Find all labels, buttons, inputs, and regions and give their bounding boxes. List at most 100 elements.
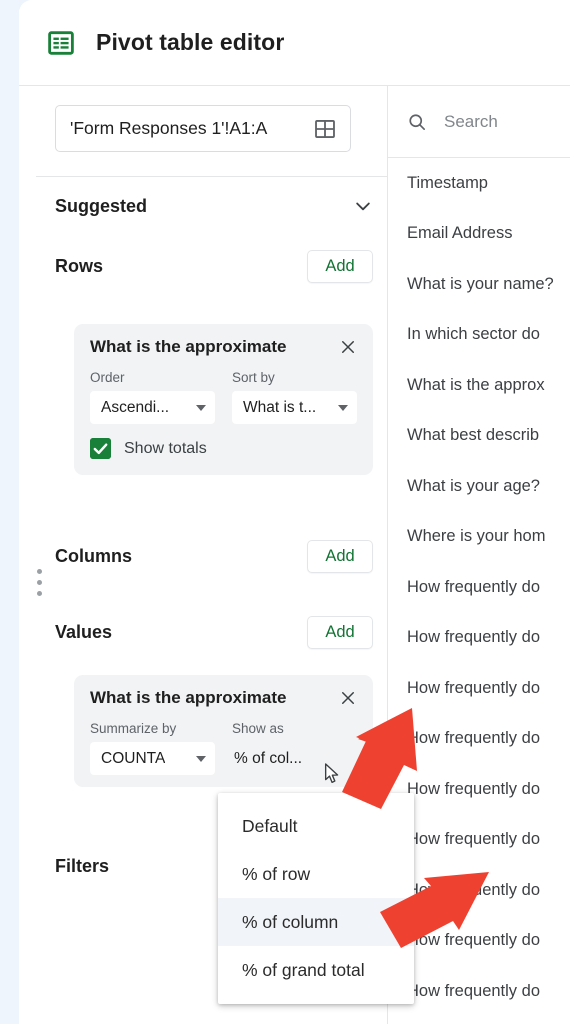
mouse-cursor-pointer-icon	[324, 763, 339, 784]
field-list-item[interactable]: In which sector do	[388, 310, 570, 361]
show-totals-checkbox[interactable]	[90, 438, 111, 459]
show-as-value: % of col...	[234, 749, 303, 767]
rows-field-card-title-row: What is the approximate	[90, 337, 357, 357]
field-list-item-label: What best describ	[407, 426, 540, 445]
columns-add-button[interactable]: Add	[307, 539, 373, 573]
drag-dot	[37, 580, 42, 585]
drag-handle-icon[interactable]	[37, 569, 44, 596]
filters-label: Filters	[55, 855, 110, 876]
caret-down-icon	[196, 404, 206, 411]
grid-icon[interactable]	[314, 118, 336, 140]
drag-dot	[37, 569, 42, 574]
field-list-item[interactable]: How frequently do	[388, 916, 570, 967]
show-as-menu-item-label: % of grand total	[242, 959, 365, 980]
close-icon[interactable]	[339, 338, 357, 356]
field-list-item[interactable]: How frequently do	[388, 562, 570, 613]
summarize-by-label: Summarize by	[90, 721, 177, 736]
editor-header: Pivot table editor	[19, 0, 570, 86]
range-divider	[36, 176, 388, 177]
values-label: Values	[55, 621, 113, 642]
page-title: Pivot table editor	[96, 29, 285, 55]
rows-order-value: Ascendi...	[101, 398, 170, 416]
field-list: Timestamp Email Address What is your name?…	[388, 158, 570, 1024]
field-list-item[interactable]: What best describ	[388, 411, 570, 462]
rows-sortby-label: Sort by	[232, 370, 275, 385]
rows-field-card-controls: Order Ascendi... Sort by What is t...	[90, 370, 357, 424]
rows-order-group: Order Ascendi...	[90, 370, 215, 424]
field-list-item-label: In which sector do	[407, 325, 540, 344]
rows-show-totals-row[interactable]: Show totals	[90, 438, 357, 459]
chevron-down-icon[interactable]	[353, 196, 373, 216]
data-range-input[interactable]: 'Form Responses 1'!A1:A	[55, 105, 351, 152]
field-list-item[interactable]: What is your name?	[388, 259, 570, 310]
values-field-card-title-row: What is the approximate	[90, 688, 357, 708]
field-list-item[interactable]: Email Address	[388, 209, 570, 260]
field-list-item[interactable]: How frequently do	[388, 865, 570, 916]
field-list-item[interactable]: How frequently do	[388, 613, 570, 664]
field-list-item-label: How frequently do	[407, 678, 540, 697]
field-list-item-label: How frequently do	[407, 577, 540, 596]
pivot-table-editor-panel: Pivot table editor 'Form Responses 1'!A1…	[0, 0, 570, 1024]
field-list-item-label: How frequently do	[407, 880, 540, 899]
rows-add-button[interactable]: Add	[307, 249, 373, 283]
show-as-menu-item[interactable]: % of row	[218, 850, 414, 898]
rows-order-label: Order	[90, 370, 125, 385]
show-as-menu-item[interactable]: % of grand total	[218, 946, 414, 994]
show-as-dropdown-menu[interactable]: Default % of row % of column % of grand tot…	[218, 793, 414, 1004]
show-as-label: Show as	[232, 721, 284, 736]
field-list-item-label: Timestamp	[407, 173, 488, 192]
field-list-pane: Search Timestamp Email Address What is you…	[388, 86, 570, 1024]
field-list-item[interactable]: How frequently do	[388, 966, 570, 1017]
close-icon[interactable]	[339, 689, 357, 707]
rows-field-name: What is the approximate	[90, 337, 287, 356]
field-list-item[interactable]: How frequently do	[388, 714, 570, 765]
show-as-menu-item[interactable]: Default	[218, 802, 414, 850]
field-list-item-label: What is your name?	[407, 274, 554, 293]
suggested-section-header[interactable]: Suggested	[55, 186, 373, 226]
field-list-item-label: What is the approx	[407, 375, 545, 394]
field-list-item-label: How frequently do	[407, 830, 540, 849]
data-range-value: 'Form Responses 1'!A1:A	[70, 118, 268, 138]
values-section-header: Values Add	[55, 614, 373, 650]
field-list-item-label: What is your age?	[407, 476, 540, 495]
values-field-card-controls: Summarize by COUNTA Show as % of col...	[90, 721, 357, 775]
field-list-item[interactable]: How frequently do	[388, 663, 570, 714]
field-list-item-label: How frequently do	[407, 628, 540, 647]
field-list-item-label: How frequently do	[407, 931, 540, 950]
values-add-button[interactable]: Add	[307, 615, 373, 649]
rows-sortby-value: What is t...	[243, 398, 317, 416]
columns-section-header: Columns Add	[55, 538, 373, 574]
field-list-item[interactable]: How frequently do	[388, 764, 570, 815]
field-list-item[interactable]: How frequently do	[388, 815, 570, 866]
field-list-item-label: Where is your hom	[407, 527, 546, 546]
suggested-label: Suggested	[55, 195, 148, 216]
field-list-item[interactable]: What is your age?	[388, 461, 570, 512]
rows-sortby-select[interactable]: What is t...	[232, 391, 357, 424]
show-as-menu-item-label: % of row	[242, 863, 311, 884]
summarize-by-value: COUNTA	[101, 749, 166, 767]
caret-down-icon	[338, 404, 348, 411]
field-list-item-label: How frequently do	[407, 779, 540, 798]
rows-order-select[interactable]: Ascendi...	[90, 391, 215, 424]
rows-sortby-group: Sort by What is t...	[232, 370, 357, 424]
rows-section-header: Rows Add	[55, 248, 373, 284]
field-list-item-label: How frequently do	[407, 729, 540, 748]
show-as-menu-item[interactable]: % of column	[218, 898, 414, 946]
search-icon	[409, 113, 426, 130]
summarize-by-group: Summarize by COUNTA	[90, 721, 215, 775]
field-list-item[interactable]: Timestamp	[388, 158, 570, 209]
field-list-item[interactable]: Where is your hom	[388, 512, 570, 563]
drag-dot	[37, 591, 42, 596]
show-as-menu-item-label: % of column	[242, 911, 339, 932]
field-list-item[interactable]: What is the approx	[388, 360, 570, 411]
field-list-item-label: How frequently do	[407, 981, 540, 1000]
summarize-by-select[interactable]: COUNTA	[90, 742, 215, 775]
field-search-row[interactable]: Search	[388, 86, 570, 158]
rows-field-card: What is the approximate Order Ascendi...	[74, 324, 373, 475]
field-list-item-label: Email Address	[407, 224, 513, 243]
show-totals-label: Show totals	[124, 439, 207, 457]
field-search-placeholder: Search	[444, 111, 498, 131]
sheets-table-icon	[48, 30, 74, 55]
show-as-menu-item-label: Default	[242, 815, 298, 836]
rows-label: Rows	[55, 255, 104, 276]
